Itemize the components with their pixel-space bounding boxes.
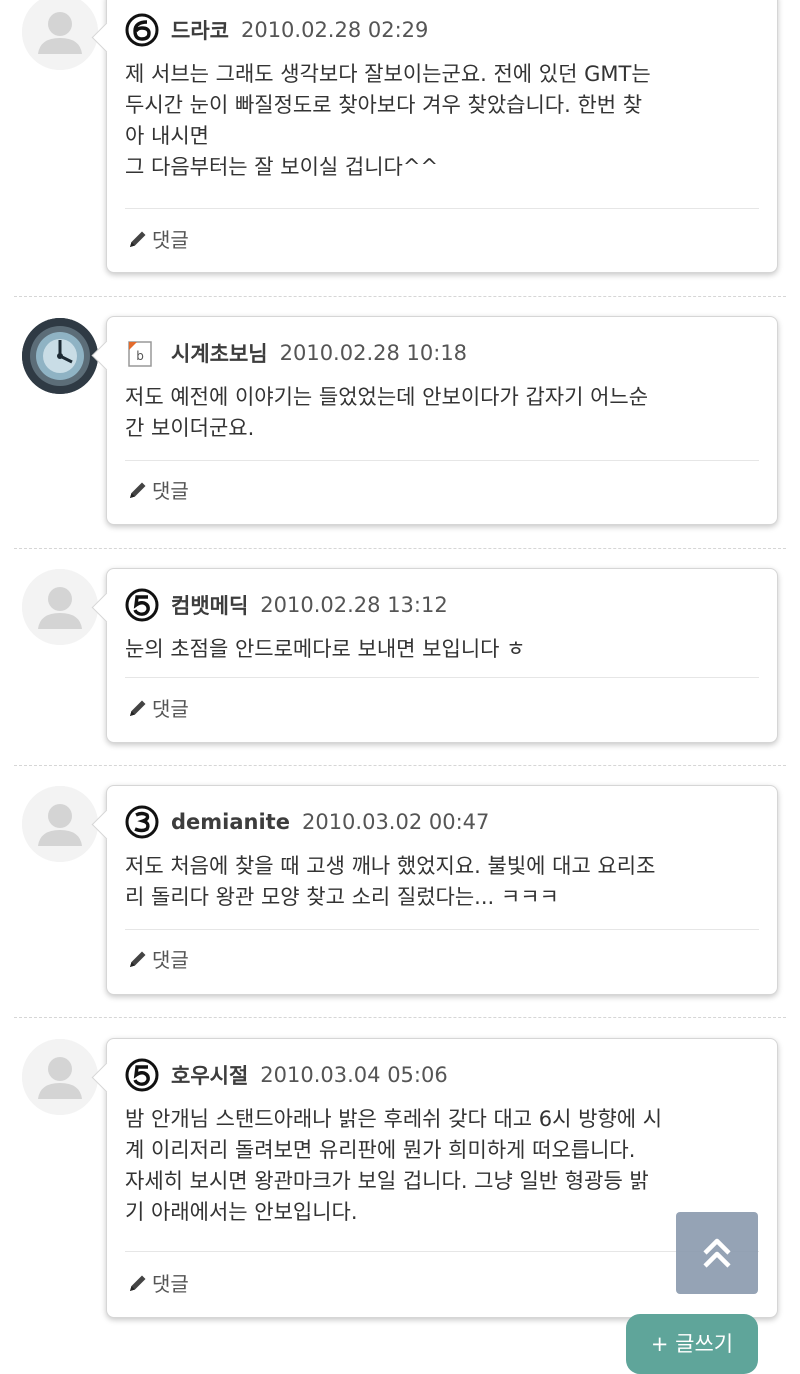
watch-photo-avatar-icon <box>22 318 98 394</box>
blog-level-icon: b <box>125 336 159 370</box>
reply-button[interactable]: 댓글 <box>127 1268 189 1297</box>
write-button[interactable]: + 글쓰기 <box>626 1314 758 1374</box>
comment-nickname[interactable]: 호우시절 <box>171 1060 248 1090</box>
comment-text: 저도 예전에 이야기는 들었었는데 안보이다가 갑자기 어느순 간 보이더군요. <box>125 385 649 440</box>
level-6-icon <box>125 13 159 47</box>
default-avatar-icon <box>22 0 98 70</box>
level-5-icon <box>125 588 159 622</box>
reply-label: 댓글 <box>152 697 189 721</box>
comment-text: 밤 안개님 스탠드아래나 밝은 후레쉬 갖다 대고 6시 방향에 시 계 이리저… <box>125 1107 663 1224</box>
comment-nickname[interactable]: 드라코 <box>171 15 229 45</box>
reply-label: 댓글 <box>152 479 189 503</box>
reply-label: 댓글 <box>152 948 189 972</box>
pencil-icon <box>130 231 146 247</box>
pencil-icon <box>130 1275 146 1291</box>
reply-label: 댓글 <box>152 228 189 252</box>
write-label: + 글쓰기 <box>650 1332 734 1356</box>
default-avatar-icon <box>22 569 98 645</box>
comment-bubble: 컴뱃메딕 2010.02.28 13:12 눈의 초점을 안드로메다로 보내면 … <box>91 568 778 743</box>
comment-bubble: b 시계초보님 2010.02.28 10:18 저도 예전에 이야기는 들었었… <box>91 316 778 525</box>
level-5-icon <box>125 1058 159 1092</box>
comment-date: 2010.02.28 13:12 <box>260 593 448 617</box>
comment-date: 2010.02.28 10:18 <box>279 341 468 365</box>
reply-button[interactable]: 댓글 <box>127 693 189 722</box>
comment-date: 2010.03.02 00:47 <box>301 810 490 834</box>
avatar[interactable] <box>22 1039 98 1115</box>
scroll-top-button[interactable] <box>676 1212 758 1294</box>
avatar[interactable] <box>22 786 98 862</box>
avatar[interactable] <box>22 318 98 394</box>
comment-bubble: 드라코 2010.02.28 02:29 제 서브는 그래도 생각보다 잘보이는… <box>91 0 778 273</box>
comment-date: 2010.02.28 02:29 <box>240 18 429 42</box>
comment-date: 2010.03.04 05:06 <box>260 1063 448 1087</box>
default-avatar-icon <box>22 1039 98 1115</box>
double-chevron-up-icon <box>703 1238 731 1268</box>
reply-button[interactable]: 댓글 <box>127 475 189 504</box>
avatar[interactable] <box>22 569 98 645</box>
comment-nickname[interactable]: demianite <box>171 810 290 834</box>
svg-text:b: b <box>136 349 144 363</box>
comment-bubble: demianite 2010.03.02 00:47 저도 처음에 찾을 때 고… <box>91 785 778 995</box>
reply-button[interactable]: 댓글 <box>127 944 189 973</box>
comment-text: 저도 처음에 찾을 때 고생 깨나 했었지요. 불빛에 대고 요리조 리 돌리다… <box>125 854 656 909</box>
pencil-icon <box>130 482 146 498</box>
level-3-icon <box>125 805 159 839</box>
pencil-icon <box>130 951 146 967</box>
comment-text: 눈의 초점을 안드로메다로 보내면 보입니다 ㅎ <box>125 637 526 661</box>
pencil-icon <box>130 700 146 716</box>
comment-nickname[interactable]: 시계초보님 <box>171 338 268 368</box>
comment-text: 제 서브는 그래도 생각보다 잘보이는군요. 전에 있던 GMT는 두시간 눈이… <box>125 62 651 179</box>
default-avatar-icon <box>22 786 98 862</box>
reply-label: 댓글 <box>152 1272 189 1296</box>
avatar[interactable] <box>22 0 98 70</box>
comment-nickname[interactable]: 컴뱃메딕 <box>171 590 248 620</box>
reply-button[interactable]: 댓글 <box>127 224 189 253</box>
